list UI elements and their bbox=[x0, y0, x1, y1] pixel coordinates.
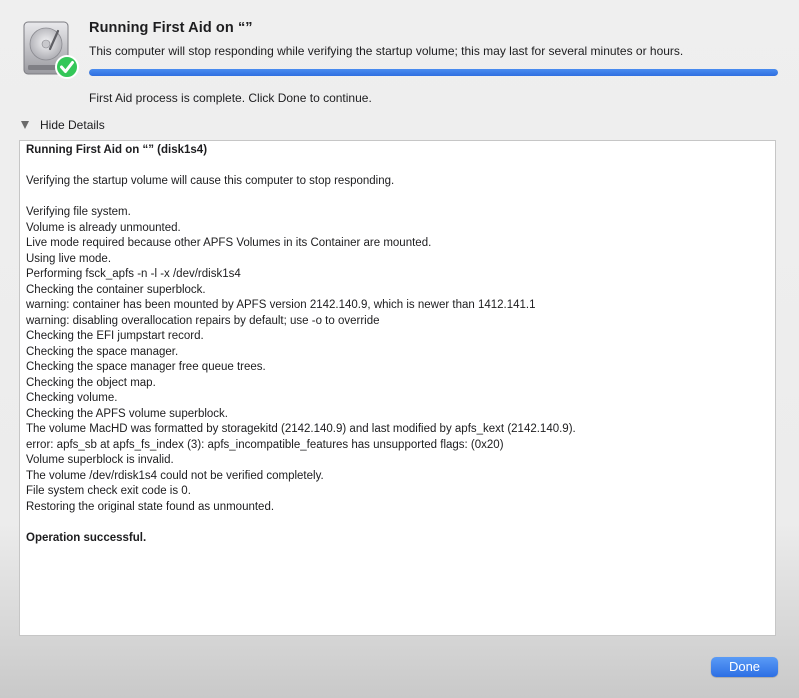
log-line: Verifying file system. bbox=[26, 206, 131, 218]
log-line: The volume MacHD was formatted by storag… bbox=[26, 423, 576, 435]
dialog-subtitle: This computer will stop responding while… bbox=[89, 44, 684, 58]
log-line: Operation successful. bbox=[26, 531, 147, 544]
log-line: Performing fsck_apfs -n -l -x /dev/rdisk… bbox=[26, 268, 241, 280]
hide-details-toggle[interactable]: Hide Details bbox=[19, 118, 105, 132]
log-line: Verifying the startup volume will cause … bbox=[26, 175, 395, 187]
progress-bar-fill bbox=[89, 69, 778, 76]
first-aid-dialog: Running First Aid on “” This computer wi… bbox=[0, 0, 799, 698]
log-line: Checking the EFI jumpstart record. bbox=[26, 330, 204, 342]
log-line: warning: container has been mounted by A… bbox=[26, 299, 536, 311]
status-message: First Aid process is complete. Click Don… bbox=[89, 91, 372, 105]
log-line: Restoring the original state found as un… bbox=[26, 500, 275, 513]
log-line: Using live mode. bbox=[26, 252, 112, 265]
log-line: Checking the space manager free queue tr… bbox=[26, 361, 266, 373]
disclosure-triangle-down-icon[interactable] bbox=[21, 121, 29, 129]
hide-details-label[interactable]: Hide Details bbox=[40, 118, 105, 132]
log-line: error: apfs_sb at apfs_fs_index (3): apf… bbox=[26, 438, 504, 451]
log-line: The volume /dev/rdisk1s4 could not be ve… bbox=[26, 469, 324, 482]
progress-bar bbox=[89, 69, 778, 76]
done-button[interactable]: Done bbox=[711, 657, 778, 677]
log-line: Running First Aid on “” (disk1s4) bbox=[26, 144, 208, 156]
log-line: Live mode required because other APFS Vo… bbox=[26, 237, 432, 249]
hard-disk-icon bbox=[23, 21, 79, 79]
log-line: Checking the container superblock. bbox=[26, 283, 206, 296]
log-line: warning: disabling overallocation repair… bbox=[26, 314, 380, 327]
checkmark-badge-icon bbox=[55, 55, 79, 79]
dialog-title: Running First Aid on “” bbox=[89, 20, 253, 36]
log-line: Volume superblock is invalid. bbox=[26, 454, 174, 466]
log-line: File system check exit code is 0. bbox=[26, 485, 191, 497]
log-line: Checking the object map. bbox=[26, 376, 156, 389]
log-line: Volume is already unmounted. bbox=[26, 221, 181, 234]
log-line: Checking the space manager. bbox=[26, 345, 179, 358]
details-log-view[interactable]: Running First Aid on “” (disk1s4) Verifyi… bbox=[19, 140, 776, 636]
log-line: Checking volume. bbox=[26, 392, 118, 404]
log-line: Checking the APFS volume superblock. bbox=[26, 407, 228, 420]
